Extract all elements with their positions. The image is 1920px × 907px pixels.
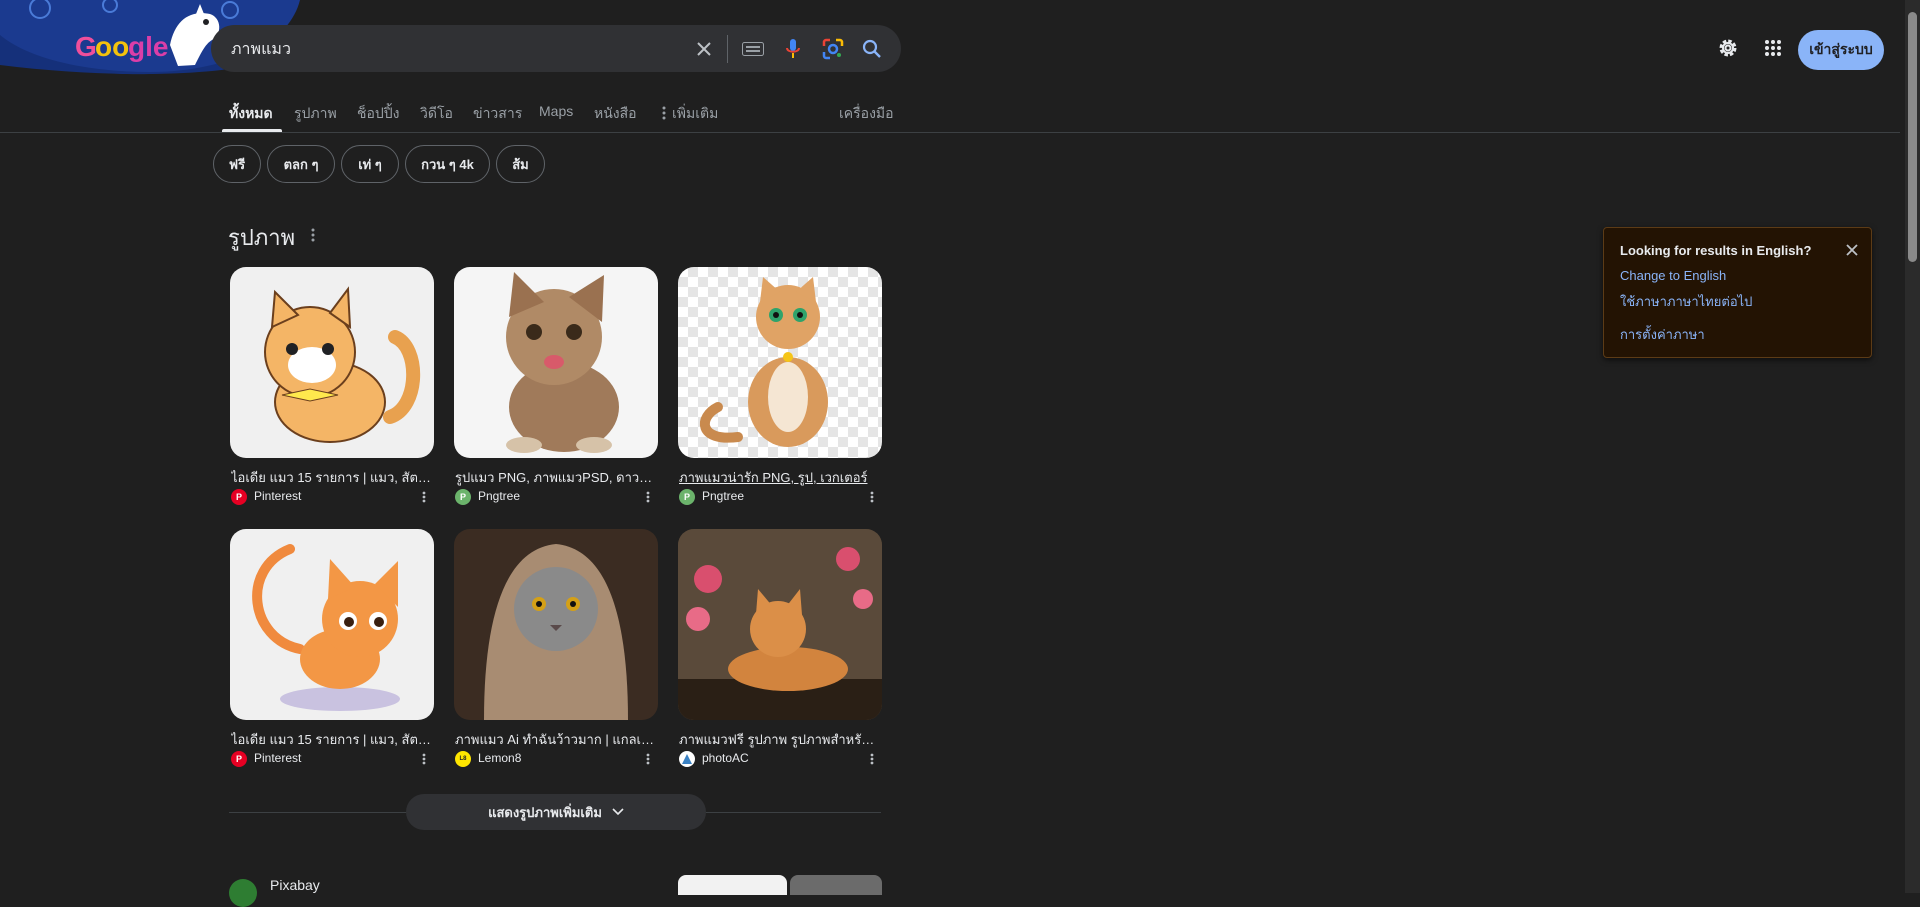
sign-in-button[interactable]: เข้าสู่ระบบ — [1798, 30, 1884, 70]
search-icon[interactable] — [859, 36, 885, 62]
tab-all[interactable]: ทั้งหมด — [229, 103, 273, 125]
chip-free[interactable]: ฟรี — [213, 145, 261, 183]
image-result-thumbnail[interactable] — [230, 267, 434, 458]
clear-icon[interactable] — [691, 36, 717, 62]
language-settings-link[interactable]: การตั้งค่าภาษา — [1620, 324, 1705, 345]
result-thumbnail[interactable] — [790, 875, 882, 895]
scrollbar-thumb[interactable] — [1908, 12, 1917, 262]
more-options-icon[interactable] — [867, 752, 877, 766]
apps-grid-icon[interactable] — [1759, 34, 1787, 62]
show-more-images-button[interactable]: แสดงรูปภาพเพิ่มเติม — [406, 794, 706, 830]
page-scrollbar[interactable] — [1905, 0, 1920, 893]
image-result-thumbnail[interactable] — [678, 529, 882, 720]
keyboard-icon[interactable] — [740, 36, 766, 62]
show-more-label: แสดงรูปภาพเพิ่มเติม — [488, 804, 602, 820]
image-result-thumbnail[interactable] — [454, 529, 658, 720]
settings-gear-icon[interactable] — [1714, 34, 1742, 62]
image-result-source[interactable]: photoAC — [702, 751, 749, 765]
close-icon[interactable] — [1844, 242, 1860, 258]
pixabay-icon — [229, 879, 257, 907]
google-lens-icon[interactable] — [820, 36, 846, 62]
image-result-source[interactable]: Pinterest — [254, 751, 301, 765]
tab-books[interactable]: หนังสือ — [594, 103, 637, 125]
change-to-english-link[interactable]: Change to English — [1620, 268, 1726, 283]
pinterest-icon: P — [231, 751, 247, 767]
more-options-icon[interactable] — [643, 752, 653, 766]
tab-images[interactable]: รูปภาพ — [294, 103, 337, 125]
image-result-thumbnail[interactable] — [454, 267, 658, 458]
chevron-down-icon — [612, 808, 624, 816]
pngtree-icon: P — [679, 489, 695, 505]
search-tabs: ทั้งหมด รูปภาพ ช็อปปิ้ง วิดีโอ ข่าวสาร M… — [0, 96, 1900, 133]
image-result-title[interactable]: รูปแมว PNG, ภาพแมวPSD, ดาวน์โหลดฟรี — [455, 467, 655, 488]
active-tab-indicator — [222, 129, 282, 132]
more-options-icon[interactable] — [867, 490, 877, 504]
chip-orange[interactable]: ส้ม — [496, 145, 545, 183]
image-result-thumbnail[interactable] — [678, 267, 882, 458]
language-suggestion-popup: Looking for results in English? Change t… — [1603, 227, 1872, 358]
search-box[interactable] — [211, 25, 901, 72]
tab-more[interactable]: เพิ่มเติม — [662, 103, 718, 125]
image-result-title[interactable]: ภาพแมวน่ารัก PNG, รูป, เวกเตอร์ — [679, 467, 879, 488]
tab-news[interactable]: ข่าวสาร — [473, 103, 522, 125]
photoac-icon — [679, 751, 695, 767]
image-result-source[interactable]: Pngtree — [478, 489, 520, 503]
svg-text:oo: oo — [95, 31, 129, 62]
image-result-thumbnail[interactable] — [230, 529, 434, 720]
lemon8-icon: L8 — [455, 751, 471, 767]
tab-maps[interactable]: Maps — [539, 103, 573, 119]
section-more-options-icon[interactable] — [306, 226, 320, 244]
search-input[interactable] — [229, 37, 673, 61]
more-options-icon[interactable] — [419, 752, 429, 766]
result-site-name[interactable]: Pixabay — [270, 877, 320, 893]
chip-naughty-4k[interactable]: กวน ๆ 4k — [405, 145, 490, 183]
image-result-title[interactable]: ไอเดีย แมว 15 รายการ | แมว, สัตว์น่ารัก — [231, 467, 431, 488]
svg-text:gle: gle — [128, 31, 168, 62]
search-divider — [727, 35, 728, 63]
keep-thai-link[interactable]: ใช้ภาษาภาษาไทยต่อไป — [1620, 291, 1752, 312]
more-vertical-icon — [662, 106, 666, 120]
pngtree-icon: P — [455, 489, 471, 505]
image-result-source[interactable]: Pinterest — [254, 489, 301, 503]
images-section-title: รูปภาพ — [228, 225, 296, 250]
pinterest-icon: P — [231, 489, 247, 505]
tab-videos[interactable]: วิดีโอ — [420, 103, 453, 125]
chip-funny[interactable]: ตลก ๆ — [267, 145, 335, 183]
image-result-title[interactable]: ไอเดีย แมว 15 รายการ | แมว, สัตว์น่ารัก — [231, 729, 431, 750]
image-result-source[interactable]: Pngtree — [702, 489, 744, 503]
popup-title: Looking for results in English? — [1620, 243, 1812, 258]
more-options-icon[interactable] — [419, 490, 429, 504]
microphone-icon[interactable] — [780, 36, 806, 62]
tab-shopping[interactable]: ช็อปปิ้ง — [357, 103, 400, 125]
image-result-title[interactable]: ภาพแมวฟรี รูปภาพ รูปภาพสำหรับดาวน์โหลด — [679, 729, 879, 750]
result-thumbnail[interactable] — [678, 875, 787, 895]
image-result-source[interactable]: Lemon8 — [478, 751, 521, 765]
more-options-icon[interactable] — [643, 490, 653, 504]
tools-button[interactable]: เครื่องมือ — [839, 103, 894, 125]
tab-more-label: เพิ่มเติม — [672, 105, 719, 121]
svg-text:G: G — [75, 31, 97, 62]
image-result-title[interactable]: ภาพแมว Ai ทำฉันว้าวมาก | แกลเลอรี — [455, 729, 655, 750]
chip-cool[interactable]: เท่ ๆ — [341, 145, 399, 183]
